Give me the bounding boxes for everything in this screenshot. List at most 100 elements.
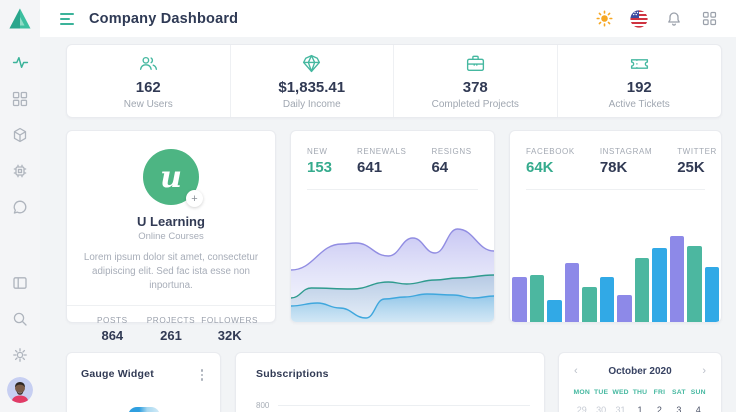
- sidebar-item-system[interactable]: [12, 162, 29, 179]
- bar[interactable]: [530, 275, 545, 322]
- bar[interactable]: [582, 287, 597, 322]
- stat-new-users[interactable]: 162 New Users: [67, 45, 231, 117]
- add-follow-button[interactable]: +: [186, 190, 203, 207]
- bar[interactable]: [565, 263, 580, 322]
- calendar-day-label: SAT: [669, 389, 688, 396]
- users-icon: [138, 53, 159, 74]
- sidebar: [0, 0, 40, 412]
- app-logo-icon[interactable]: [8, 7, 32, 35]
- calendar-date[interactable]: 31: [611, 405, 630, 412]
- calendar-day-headers: MONTUEWEDTHUFRISATSUN: [572, 389, 708, 396]
- metric-facebook: FACEBOOK 64K: [526, 147, 575, 176]
- bar[interactable]: [512, 277, 527, 322]
- bar[interactable]: [635, 258, 650, 322]
- y-axis-tick: 800: [256, 401, 269, 410]
- calendar-date[interactable]: 4: [689, 405, 708, 412]
- user-avatar[interactable]: [7, 377, 33, 403]
- dashboard-screen: Company Dashboard: [0, 0, 736, 412]
- y-axis-row: 800: [256, 401, 530, 410]
- calendar-date[interactable]: 29: [572, 405, 591, 412]
- sidebar-item-settings[interactable]: [12, 346, 29, 363]
- metric-label: FACEBOOK: [526, 147, 575, 156]
- metric-value: 25K: [677, 159, 717, 176]
- menu-toggle-icon[interactable]: [60, 13, 74, 25]
- calendar-date[interactable]: 1: [630, 405, 649, 412]
- pstat-label: PROJECTS: [142, 316, 201, 325]
- metric-new: NEW 153: [307, 147, 332, 176]
- sidebar-item-search[interactable]: [12, 310, 29, 327]
- gauge-widget-title: Gauge Widget: [81, 368, 154, 380]
- sidebar-item-dashboard[interactable]: [12, 90, 29, 107]
- calendar-dates: 2930311234: [572, 405, 708, 412]
- calendar-day-label: SUN: [689, 389, 708, 396]
- metric-label: RENEWALS: [357, 147, 406, 156]
- bar[interactable]: [617, 295, 632, 322]
- divider: [67, 305, 275, 306]
- calendar-title: October 2020: [608, 366, 671, 377]
- calendar-prev-icon[interactable]: ‹: [572, 366, 580, 377]
- stat-value: $1,835.41: [278, 79, 345, 96]
- header-actions: [595, 10, 718, 28]
- page-title: Company Dashboard: [89, 11, 238, 27]
- stats-summary-card: 162 New Users $1,835.41 Daily Income 378…: [66, 44, 722, 118]
- stat-completed-projects[interactable]: 378 Completed Projects: [394, 45, 558, 117]
- profile-subtitle: Online Courses: [83, 231, 259, 242]
- bar[interactable]: [670, 236, 685, 322]
- metric-label: TWITTER: [677, 147, 717, 156]
- calendar-date[interactable]: 30: [591, 405, 610, 412]
- metric-label: INSTAGRAM: [600, 147, 652, 156]
- more-options-icon[interactable]: [198, 368, 207, 382]
- profile-stat-projects: PROJECTS 261: [142, 316, 201, 343]
- bar[interactable]: [547, 300, 562, 322]
- calendar-day-label: TUE: [591, 389, 610, 396]
- diamond-icon: [301, 53, 322, 74]
- stat-value: 192: [627, 79, 652, 96]
- members-metrics: NEW 153 RENEWALS 641 RESIGNS 64: [291, 131, 494, 176]
- stat-active-tickets[interactable]: 192 Active Tickets: [558, 45, 722, 117]
- sidebar-item-layout[interactable]: [12, 274, 29, 291]
- calendar-date[interactable]: 2: [650, 405, 669, 412]
- calendar-day-label: MON: [572, 389, 591, 396]
- language-us-flag-icon[interactable]: [630, 10, 648, 28]
- metric-label: NEW: [307, 147, 332, 156]
- pstat-value: 32K: [200, 328, 259, 343]
- subscriptions-card: Subscriptions 800: [235, 352, 545, 412]
- bar[interactable]: [705, 267, 720, 322]
- pstat-label: POSTS: [83, 316, 142, 325]
- gauge-arc: [128, 407, 160, 412]
- calendar-date[interactable]: 3: [669, 405, 688, 412]
- stat-label: Active Tickets: [609, 99, 670, 110]
- stat-label: Completed Projects: [432, 99, 519, 110]
- metric-value: 78K: [600, 159, 652, 176]
- bar[interactable]: [652, 248, 667, 322]
- sidebar-item-activity[interactable]: [12, 54, 29, 71]
- sidebar-item-messages[interactable]: [12, 198, 29, 215]
- metric-renewals: RENEWALS 641: [357, 147, 406, 176]
- calendar-day-label: WED: [611, 389, 630, 396]
- stat-value: 162: [136, 79, 161, 96]
- theme-sun-icon[interactable]: [595, 10, 613, 28]
- social-followers-card: FACEBOOK 64K INSTAGRAM 78K TWITTER 25K: [509, 130, 722, 323]
- pstat-value: 261: [142, 328, 201, 343]
- calendar-card: ‹ October 2020 › MONTUEWEDTHUFRISATSUN 2…: [558, 352, 722, 412]
- profile-description: Lorem ipsum dolor sit amet, consectetur …: [83, 251, 259, 294]
- sidebar-item-products[interactable]: [12, 126, 29, 143]
- stat-daily-income[interactable]: $1,835.41 Daily Income: [231, 45, 395, 117]
- bar-chart[interactable]: [510, 210, 721, 322]
- metric-value: 641: [357, 159, 406, 176]
- gridline: [278, 405, 530, 406]
- divider: [307, 189, 478, 190]
- top-header: Company Dashboard: [40, 0, 736, 37]
- divider: [526, 189, 705, 190]
- notifications-bell-icon[interactable]: [665, 10, 683, 28]
- bar[interactable]: [687, 246, 702, 322]
- area-chart[interactable]: [291, 220, 494, 322]
- calendar-next-icon[interactable]: ›: [700, 366, 708, 377]
- apps-grid-icon[interactable]: [700, 10, 718, 28]
- profile-card: u + U Learning Online Courses Lorem ipsu…: [66, 130, 276, 323]
- metric-resigns: RESIGNS 64: [431, 147, 471, 176]
- bar[interactable]: [600, 277, 615, 322]
- profile-stats: POSTS 864 PROJECTS 261 FOLLOWERS 32K: [83, 316, 259, 343]
- gauge-widget-card: Gauge Widget: [66, 352, 221, 412]
- metric-value: 64: [431, 159, 471, 176]
